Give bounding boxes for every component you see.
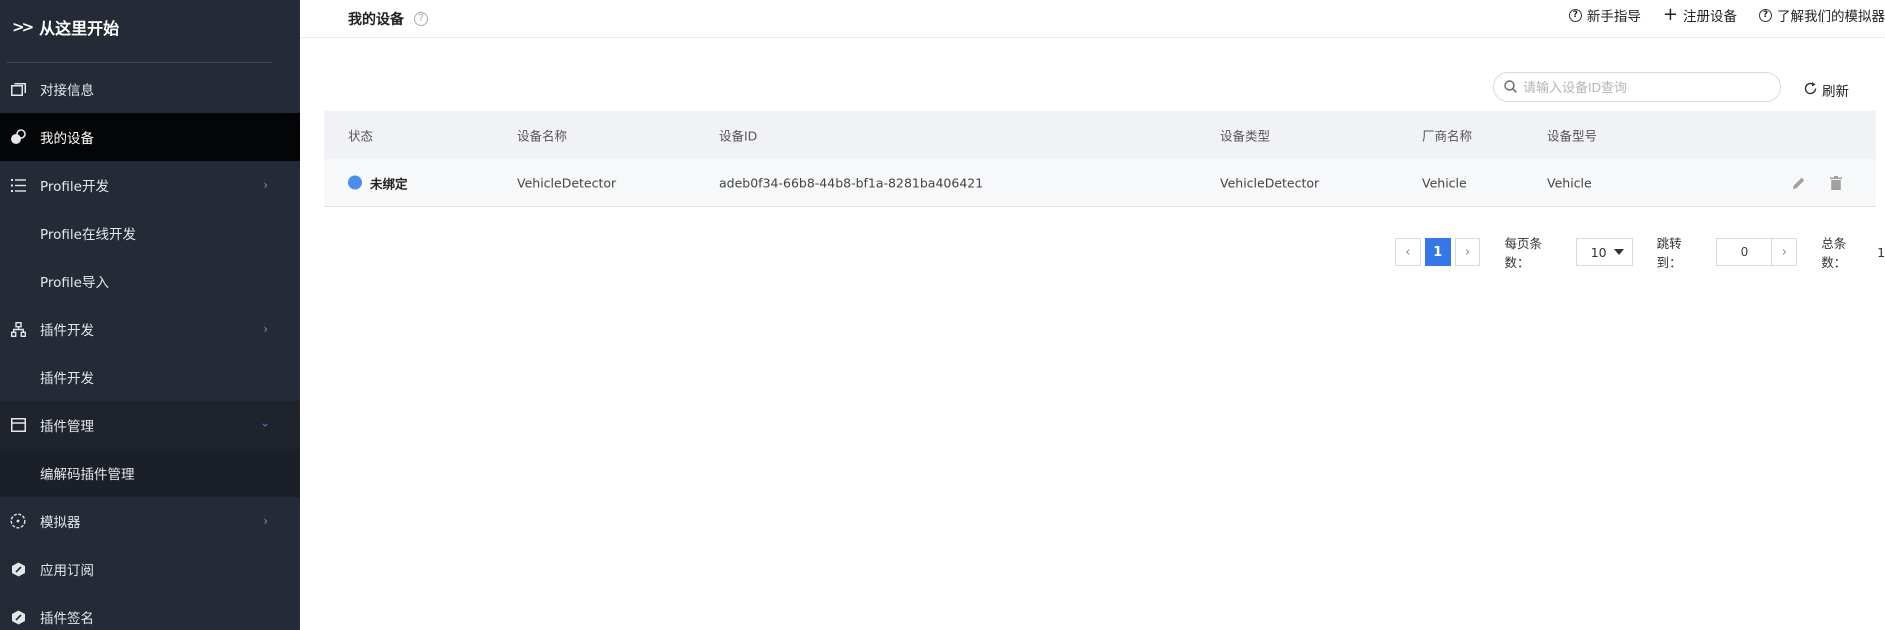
page-title: 我的设备 — [348, 11, 404, 28]
sidebar-header-label: 从这里开始 — [39, 19, 120, 38]
question-circle-icon: ? — [1568, 8, 1582, 22]
sidebar-item-label: 插件管理 — [40, 419, 94, 435]
refresh-label: 刷新 — [1822, 84, 1849, 100]
sidebar-item-profile-online[interactable]: Profile在线开发 — [0, 209, 300, 257]
top-actions: ? 新手指导 + 注册设备 ? 了解我们的模拟器 — [1547, 0, 1885, 30]
chevron-right-icon: › — [263, 322, 268, 336]
sidebar-item-label: Profile开发 — [40, 179, 109, 195]
sidebar-item-app-subscription[interactable]: 应用订阅 — [0, 545, 300, 593]
refresh-icon — [1804, 81, 1817, 99]
sidebar-item-label: 插件开发 — [40, 323, 94, 339]
sidebar-item-plugin-dev-sub[interactable]: 插件开发 — [0, 353, 300, 401]
sidebar-item-profile-dev[interactable]: Profile开发 › — [0, 161, 300, 209]
top-bar: 我的设备 ? ? 新手指导 + 注册设备 ? 了解我们的模拟器 — [300, 0, 1885, 38]
column-header-model: 设备型号 — [1547, 128, 1598, 144]
sidebar-item-label: 插件开发 — [40, 371, 94, 387]
device-type-cell: VehicleDetector — [1220, 175, 1320, 190]
device-search-box — [1493, 72, 1781, 102]
table-header: 状态 设备名称 设备ID 设备类型 厂商名称 设备型号 — [324, 111, 1876, 159]
jump-label: 跳转到： — [1656, 236, 1682, 270]
sidebar-item-my-devices[interactable]: 我的设备 — [0, 113, 300, 161]
hierarchy-icon — [10, 321, 26, 337]
sidebar-item-label: 对接信息 — [40, 83, 94, 99]
chevron-right-icon: › — [263, 178, 268, 192]
guide-link[interactable]: ? 新手指导 — [1568, 5, 1641, 25]
status-cell: 未绑定 — [348, 173, 408, 192]
question-circle-icon: ? — [1759, 8, 1772, 22]
chevron-down-icon: › — [258, 422, 273, 428]
sidebar-item-label: 插件签名 — [40, 611, 94, 627]
search-input[interactable] — [1523, 79, 1763, 95]
chevron-right-icon: › — [263, 514, 268, 528]
edit-icon[interactable] — [1792, 176, 1806, 190]
per-page-value: 10 — [1590, 244, 1607, 260]
vendor-cell: Vehicle — [1422, 175, 1467, 190]
help-icon[interactable]: ? — [414, 11, 428, 26]
learn-simulator-link[interactable]: ? 了解我们的模拟器 — [1759, 5, 1885, 25]
sidebar: >> 从这里开始 对接信息 我的设备 Profile开发 › Profile在线… — [0, 0, 300, 630]
prev-page-button[interactable]: ‹ — [1395, 238, 1421, 266]
delete-icon[interactable] — [1830, 175, 1842, 190]
pagination: ‹ 1 › 每页条数： 10 跳转到： › 总条数： 1 — [1395, 233, 1885, 271]
sidebar-item-label: 我的设备 — [40, 131, 94, 147]
column-header-device-type: 设备类型 — [1220, 128, 1271, 144]
device-table: 状态 设备名称 设备ID 设备类型 厂商名称 设备型号 未绑定 VehicleD… — [324, 111, 1876, 207]
next-page-button[interactable]: › — [1454, 238, 1481, 266]
sidebar-item-label: 编解码插件管理 — [40, 467, 135, 483]
row-actions — [1792, 175, 1842, 190]
devices-icon — [10, 129, 26, 145]
sidebar-item-simulator[interactable]: 模拟器 › — [0, 497, 300, 545]
total-value: 1 — [1877, 244, 1885, 260]
refresh-button[interactable]: 刷新 — [1804, 80, 1849, 100]
sidebar-item-profile-import[interactable]: Profile导入 — [0, 257, 300, 305]
search-icon — [1504, 78, 1517, 97]
plus-icon: + — [1662, 4, 1678, 25]
subscription-icon — [10, 561, 26, 577]
model-cell: Vehicle — [1547, 175, 1592, 190]
sidebar-item-plugin-dev[interactable]: 插件开发 › — [0, 305, 300, 353]
list-icon — [10, 177, 26, 193]
learn-simulator-label: 了解我们的模拟器 — [1777, 9, 1885, 25]
table-row[interactable]: 未绑定 VehicleDetector adeb0f34-66b8-44b8-b… — [324, 159, 1876, 207]
total-label: 总条数： — [1821, 236, 1847, 270]
caret-down-icon — [1613, 249, 1624, 255]
device-id-cell: adeb0f34-66b8-44b8-bf1a-8281ba406421 — [719, 175, 984, 190]
column-header-vendor: 厂商名称 — [1422, 128, 1473, 144]
panel-icon — [10, 417, 26, 433]
per-page-label: 每页条数： — [1504, 236, 1542, 270]
sidebar-item-label: Profile导入 — [40, 275, 109, 291]
column-header-status: 状态 — [348, 128, 374, 144]
signature-icon — [10, 609, 26, 625]
sidebar-header[interactable]: >> 从这里开始 — [0, 0, 300, 54]
guide-label: 新手指导 — [1586, 9, 1641, 25]
page-number-current[interactable]: 1 — [1424, 238, 1451, 266]
column-header-device-id: 设备ID — [719, 128, 758, 144]
sidebar-item-codec-plugin-manage[interactable]: 编解码插件管理 — [0, 449, 300, 497]
register-device-button[interactable]: + 注册设备 — [1662, 4, 1737, 26]
sidebar-item-label: 应用订阅 — [40, 563, 94, 579]
simulator-icon — [10, 513, 26, 529]
status-dot — [348, 175, 362, 190]
double-chevron-right-icon: >> — [12, 18, 34, 36]
sidebar-item-plugin-signature[interactable]: 插件签名 — [0, 593, 300, 630]
sidebar-item-integration-info[interactable]: 对接信息 — [0, 65, 300, 113]
per-page-select[interactable]: 10 — [1575, 238, 1633, 266]
device-name-cell: VehicleDetector — [517, 175, 617, 190]
register-device-label: 注册设备 — [1683, 9, 1737, 25]
window-icon — [10, 81, 26, 97]
sidebar-divider — [6, 62, 272, 63]
sidebar-item-label: 模拟器 — [40, 515, 81, 531]
sidebar-item-plugin-manage[interactable]: 插件管理 › — [0, 401, 300, 449]
jump-page-input[interactable] — [1716, 238, 1772, 266]
sidebar-item-label: Profile在线开发 — [40, 227, 136, 243]
status-text: 未绑定 — [370, 176, 408, 191]
jump-go-button[interactable]: › — [1771, 238, 1798, 266]
column-header-device-name: 设备名称 — [517, 128, 568, 144]
